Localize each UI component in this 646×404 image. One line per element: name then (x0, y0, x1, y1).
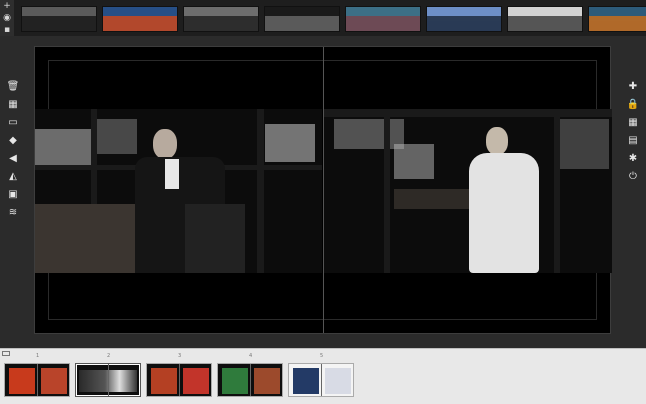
mirror-icon[interactable]: ◭ (3, 168, 23, 186)
page-thumbnail[interactable] (4, 363, 70, 397)
page-navigator: 1 2 3 4 5 (0, 348, 646, 404)
photo-strip: + ◉ ▪ (0, 0, 646, 36)
page-number: 2 (107, 353, 111, 359)
strip-photo-2[interactable] (102, 6, 178, 32)
eye-icon[interactable]: ◉ (0, 12, 14, 24)
album-editor: 🗑 ▦ ▭ ◆ ◀ ◭ ▣ ≋ ✚ 🔒 ▦ ▤ ✱ ⏻ (0, 36, 646, 378)
page-number: 4 (249, 353, 253, 359)
lock-icon[interactable]: 🔒 (623, 96, 643, 114)
page-number: 1 (36, 353, 40, 359)
strip-photo-4[interactable] (264, 6, 340, 32)
plus-icon[interactable]: + (0, 0, 14, 12)
power-icon[interactable]: ⏻ (623, 168, 643, 186)
page-number: 3 (178, 353, 182, 359)
strip-photo-7[interactable] (507, 6, 583, 32)
strip-photo-3[interactable] (183, 6, 259, 32)
strip-controls: + ◉ ▪ (0, 0, 14, 36)
grid-layout-icon[interactable]: ▦ (3, 96, 23, 114)
page-spread[interactable] (34, 46, 612, 334)
delete-icon[interactable]: 🗑 (3, 78, 23, 96)
page-thumbnail[interactable] (75, 363, 141, 397)
strip-photo-6[interactable] (426, 6, 502, 32)
bug-icon[interactable]: ✱ (623, 150, 643, 168)
page-thumbnail[interactable] (288, 363, 354, 397)
border-icon[interactable]: ▣ (3, 186, 23, 204)
bride-photo[interactable] (324, 109, 612, 273)
layers-icon[interactable]: ≋ (3, 204, 23, 222)
trash-icon[interactable]: ▪ (0, 24, 14, 36)
page-number: 5 (320, 353, 324, 359)
grid-icon[interactable]: ▦ (623, 114, 643, 132)
add-icon[interactable]: ✚ (623, 78, 643, 96)
paint-bucket-icon[interactable]: ◆ (3, 132, 23, 150)
pages-icon[interactable] (2, 351, 10, 356)
right-toolbar: ✚ 🔒 ▦ ▤ ✱ ⏻ (623, 78, 643, 186)
left-toolbar: 🗑 ▦ ▭ ◆ ◀ ◭ ▣ ≋ (3, 78, 23, 222)
strip-photo-5[interactable] (345, 6, 421, 32)
strip-photo-1[interactable] (21, 6, 97, 32)
frame-icon[interactable]: ▭ (3, 114, 23, 132)
archive-icon[interactable]: ▤ (623, 132, 643, 150)
page-thumbnail[interactable] (146, 363, 212, 397)
page-thumbnail[interactable] (217, 363, 283, 397)
flip-horizontal-icon[interactable]: ◀ (3, 150, 23, 168)
groom-photo[interactable] (35, 109, 322, 273)
strip-photo-8[interactable] (588, 6, 646, 32)
